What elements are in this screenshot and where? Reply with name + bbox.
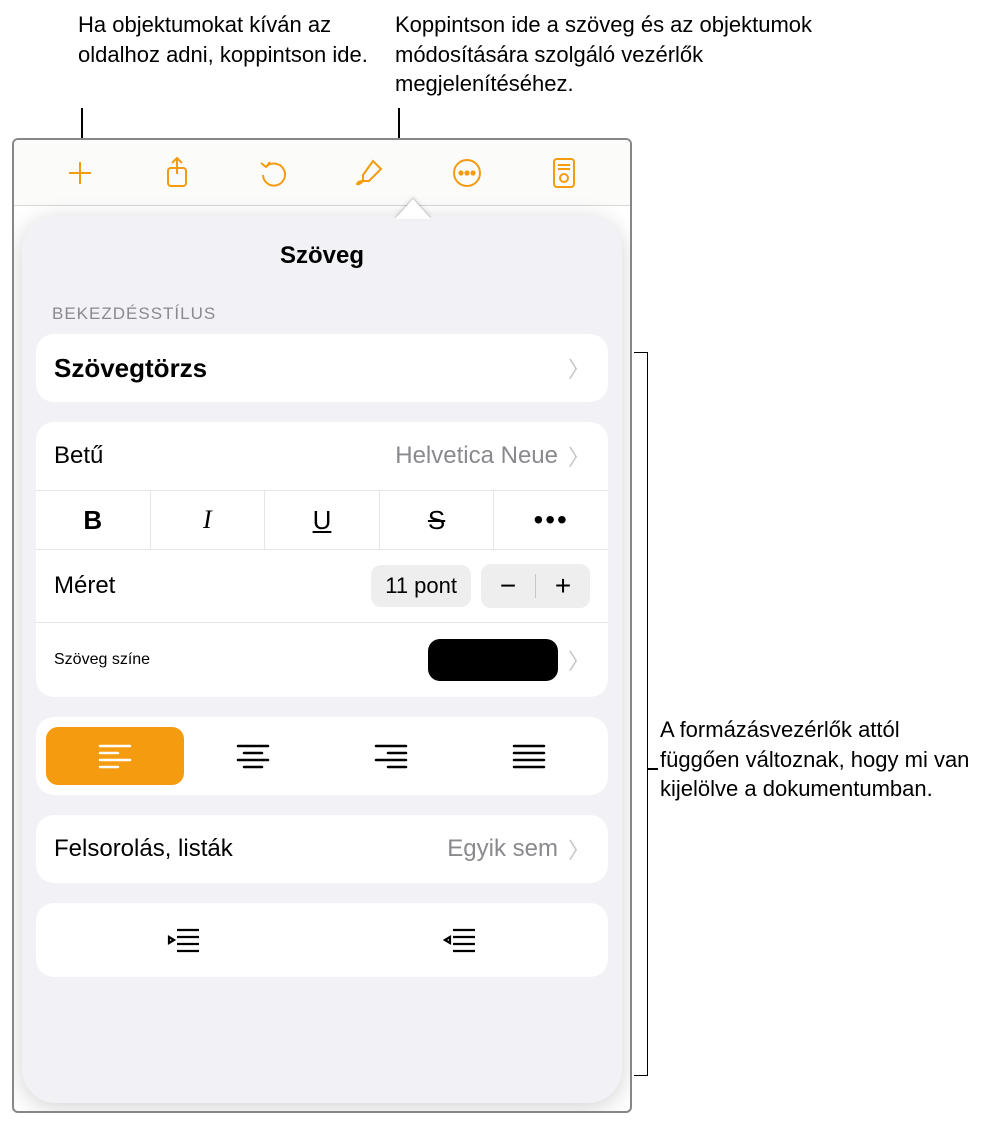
- alignment-row: [36, 717, 608, 795]
- indent-icon: [443, 927, 477, 953]
- callout-format: Koppintson ide a szöveg és az objektumok…: [395, 10, 835, 99]
- align-left-button[interactable]: [46, 727, 184, 785]
- font-value: Helvetica Neue: [395, 442, 558, 470]
- align-center-icon: [236, 743, 270, 769]
- outdent-button[interactable]: [46, 913, 322, 967]
- size-increase-button[interactable]: +: [536, 564, 590, 608]
- document-icon: [549, 156, 579, 190]
- size-value-button[interactable]: 11 pont: [371, 565, 471, 607]
- chevron-right-icon: 〉: [568, 440, 590, 472]
- paragraph-style-section-label: BEKEZDÉSSTÍLUS: [22, 304, 622, 334]
- share-icon: [162, 156, 192, 190]
- align-justify-icon: [512, 743, 546, 769]
- share-button[interactable]: [155, 151, 199, 195]
- text-color-label: Szöveg színe: [54, 651, 150, 669]
- bracket: [634, 352, 648, 1076]
- callout-add: Ha objektumokat kíván az oldalhoz adni, …: [78, 10, 378, 69]
- text-color-swatch: [428, 639, 558, 681]
- align-justify-button[interactable]: [460, 727, 598, 785]
- indent-button[interactable]: [322, 913, 598, 967]
- popover-arrow: [395, 199, 431, 219]
- underline-button[interactable]: U: [265, 491, 380, 549]
- indent-row: [36, 903, 608, 977]
- chevron-right-icon: 〉: [568, 833, 590, 865]
- font-row[interactable]: Betű Helvetica Neue 〉: [36, 422, 608, 490]
- toolbar: [14, 140, 630, 206]
- chevron-right-icon: 〉: [568, 644, 590, 676]
- undo-icon: [258, 157, 290, 189]
- text-style-buttons: B I U S •••: [36, 490, 608, 549]
- lists-card[interactable]: Felsorolás, listák Egyik sem 〉: [36, 815, 608, 883]
- plus-icon: [65, 158, 95, 188]
- more-circle-icon: [451, 157, 483, 189]
- size-row: Méret 11 pont − +: [36, 549, 608, 622]
- document-settings-button[interactable]: [542, 151, 586, 195]
- align-left-icon: [98, 743, 132, 769]
- app-window: Szöveg BEKEZDÉSSTÍLUS Szövegtörzs 〉 Betű…: [12, 138, 632, 1113]
- panel-title: Szöveg: [22, 242, 622, 270]
- align-center-button[interactable]: [184, 727, 322, 785]
- format-button[interactable]: [348, 151, 392, 195]
- bold-button[interactable]: B: [36, 491, 151, 549]
- lists-label: Felsorolás, listák: [54, 835, 233, 863]
- more-button[interactable]: [445, 151, 489, 195]
- chevron-right-icon: 〉: [568, 352, 590, 384]
- text-color-row[interactable]: Szöveg színe 〉: [36, 622, 608, 697]
- paragraph-style-card[interactable]: Szövegtörzs 〉: [36, 334, 608, 402]
- format-panel: Szöveg BEKEZDÉSSTÍLUS Szövegtörzs 〉 Betű…: [22, 216, 622, 1103]
- undo-button[interactable]: [252, 151, 296, 195]
- callout-controls: A formázásvezérlők attól függően változn…: [660, 715, 970, 804]
- format-brush-icon: [354, 157, 386, 189]
- size-decrease-button[interactable]: −: [481, 564, 535, 608]
- align-right-button[interactable]: [322, 727, 460, 785]
- paragraph-style-value: Szövegtörzs: [54, 353, 207, 384]
- font-card: Betű Helvetica Neue 〉 B I U S ••• Méret …: [36, 422, 608, 697]
- font-label: Betű: [54, 442, 103, 470]
- strikethrough-button[interactable]: S: [380, 491, 495, 549]
- size-stepper: − +: [481, 564, 590, 608]
- leader-line: [648, 768, 658, 770]
- add-button[interactable]: [58, 151, 102, 195]
- outdent-icon: [167, 927, 201, 953]
- size-label: Méret: [54, 572, 115, 600]
- align-right-icon: [374, 743, 408, 769]
- lists-value: Egyik sem: [447, 835, 558, 863]
- more-text-options-button[interactable]: •••: [494, 491, 608, 549]
- italic-button[interactable]: I: [151, 491, 266, 549]
